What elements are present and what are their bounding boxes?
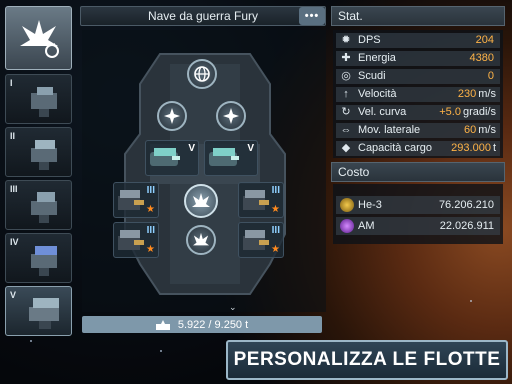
tier-button-5[interactable]: V bbox=[5, 286, 72, 336]
stat-value: 293.000 t bbox=[451, 142, 496, 154]
ship-thumbnail-icon bbox=[31, 246, 57, 276]
tier-button-1[interactable]: I bbox=[5, 74, 72, 124]
slot-globe[interactable] bbox=[187, 59, 217, 89]
ship-name-title: Nave da guerra Fury bbox=[80, 6, 326, 26]
rarity-star-icon: ★ bbox=[271, 204, 280, 215]
cost-label: He-3 bbox=[358, 199, 382, 211]
weapon-module-1[interactable]: III ★ bbox=[113, 182, 159, 218]
stat-label: Capacità cargo bbox=[358, 142, 432, 154]
tier-label: V bbox=[10, 290, 17, 300]
turn-icon: ↻ bbox=[341, 106, 351, 118]
stat-label: Mov. laterale bbox=[358, 124, 421, 136]
chevron-down-icon[interactable]: ⌄ bbox=[229, 302, 237, 313]
rarity-star-icon: ★ bbox=[146, 244, 155, 255]
tier-button-4[interactable]: IV bbox=[5, 233, 72, 283]
stat-label: Vel. curva bbox=[358, 106, 407, 118]
cost-label: AM bbox=[358, 220, 375, 232]
cost-panel-title: Costo bbox=[331, 162, 505, 182]
turret-module-icon bbox=[118, 190, 144, 210]
cost-value: 22.026.911 bbox=[439, 220, 494, 232]
turret-module-icon bbox=[243, 230, 269, 250]
heavy-module-right[interactable]: V bbox=[204, 140, 258, 176]
slot-star-right[interactable] bbox=[216, 101, 246, 131]
stat-row-cargo: ◆ Capacità cargo 293.000 t bbox=[336, 141, 500, 156]
stat-label: DPS bbox=[358, 34, 381, 46]
module-level-label: III bbox=[146, 225, 155, 236]
weight-capacity-bar: 5.922 / 9.250 t bbox=[82, 316, 322, 333]
stat-value: 0 bbox=[487, 70, 494, 82]
cost-row-he3: He-3 76.206.210 bbox=[336, 196, 500, 214]
cost-value: 76.206.210 bbox=[438, 199, 494, 211]
stat-value: 230 m/s bbox=[457, 88, 496, 100]
dps-icon: ✹ bbox=[341, 34, 351, 46]
crown-emblem-icon bbox=[193, 232, 209, 246]
weapon-module-2[interactable]: III ★ bbox=[113, 222, 159, 258]
slot-star-left[interactable] bbox=[157, 101, 187, 131]
turret-module-icon bbox=[243, 190, 269, 210]
star bbox=[470, 300, 472, 302]
ship-thumbnail-icon bbox=[31, 192, 57, 223]
stat-label: Velocità bbox=[358, 88, 397, 100]
stat-label: Energia bbox=[358, 52, 396, 64]
stat-row-strafe: ⇔ Mov. laterale 60 m/s bbox=[336, 123, 500, 138]
module-level-label: III bbox=[271, 225, 280, 236]
slot-emblem-selected[interactable] bbox=[184, 184, 218, 218]
weight-icon bbox=[155, 319, 170, 330]
rarity-star-icon: ★ bbox=[271, 244, 280, 255]
star bbox=[30, 340, 32, 342]
stats-panel-title: Stat. bbox=[331, 6, 505, 26]
stat-row-speed: ↑ Velocità 230 m/s bbox=[336, 87, 500, 102]
stat-row-shields: ◎ Scudi 0 bbox=[336, 69, 500, 84]
tier-label: III bbox=[10, 184, 18, 194]
stat-value: +5.0 gradi/s bbox=[439, 106, 496, 118]
turret-module-icon bbox=[118, 230, 144, 250]
ship-thumbnail-icon bbox=[31, 87, 57, 117]
fleet-emblem-icon bbox=[19, 20, 59, 58]
module-level-label: III bbox=[271, 185, 280, 196]
cost-row-am: AM 22.026.911 bbox=[336, 217, 500, 235]
strafe-icon: ⇔ bbox=[340, 124, 352, 136]
globe-icon bbox=[194, 66, 210, 82]
more-options-button[interactable]: ••• bbox=[299, 7, 325, 25]
tier-button-3[interactable]: III bbox=[5, 180, 72, 230]
weapon-module-4[interactable]: III ★ bbox=[238, 222, 284, 258]
tier-label: II bbox=[10, 131, 16, 141]
he3-icon bbox=[340, 198, 354, 212]
module-level-label: V bbox=[247, 143, 254, 154]
tier-label: IV bbox=[10, 237, 19, 247]
promo-banner: PERSONALIZZA LE FLOTTE bbox=[226, 340, 508, 380]
stat-value: 204 bbox=[475, 34, 494, 46]
cannon-module-icon bbox=[209, 148, 239, 166]
ship-thumbnail-icon bbox=[29, 298, 59, 329]
stat-value: 60 m/s bbox=[464, 124, 496, 136]
shield-icon: ◎ bbox=[341, 70, 351, 82]
ship-thumbnail-icon bbox=[31, 140, 57, 170]
rarity-star-icon: ★ bbox=[146, 204, 155, 215]
crown-emblem-icon bbox=[192, 193, 210, 207]
tier-label: I bbox=[10, 78, 13, 88]
cost-panel bbox=[333, 184, 503, 244]
weapon-module-3[interactable]: III ★ bbox=[238, 182, 284, 218]
stat-value: 4380 bbox=[469, 52, 494, 64]
health-icon: ✚ bbox=[341, 52, 351, 64]
module-level-label: V bbox=[188, 143, 195, 154]
speed-icon: ↑ bbox=[343, 88, 349, 100]
star bbox=[160, 350, 162, 352]
stat-row-turn: ↻ Vel. curva +5.0 gradi/s bbox=[336, 105, 500, 120]
heavy-module-left[interactable]: V bbox=[145, 140, 199, 176]
stat-label: Scudi bbox=[358, 70, 386, 82]
sparkle-icon bbox=[223, 108, 239, 124]
antimatter-icon bbox=[340, 219, 354, 233]
fleet-tier-toggle-button[interactable] bbox=[5, 6, 72, 70]
slot-emblem[interactable] bbox=[186, 225, 216, 255]
stat-row-dps: ✹ DPS 204 bbox=[336, 33, 500, 48]
weight-value: 5.922 / 9.250 t bbox=[177, 318, 249, 331]
cannon-module-icon bbox=[150, 148, 180, 166]
module-level-label: III bbox=[146, 185, 155, 196]
stat-row-energy: ✚ Energia 4380 bbox=[336, 51, 500, 66]
sparkle-icon bbox=[164, 108, 180, 124]
cargo-icon: ◆ bbox=[341, 142, 351, 154]
tier-button-2[interactable]: II bbox=[5, 127, 72, 177]
